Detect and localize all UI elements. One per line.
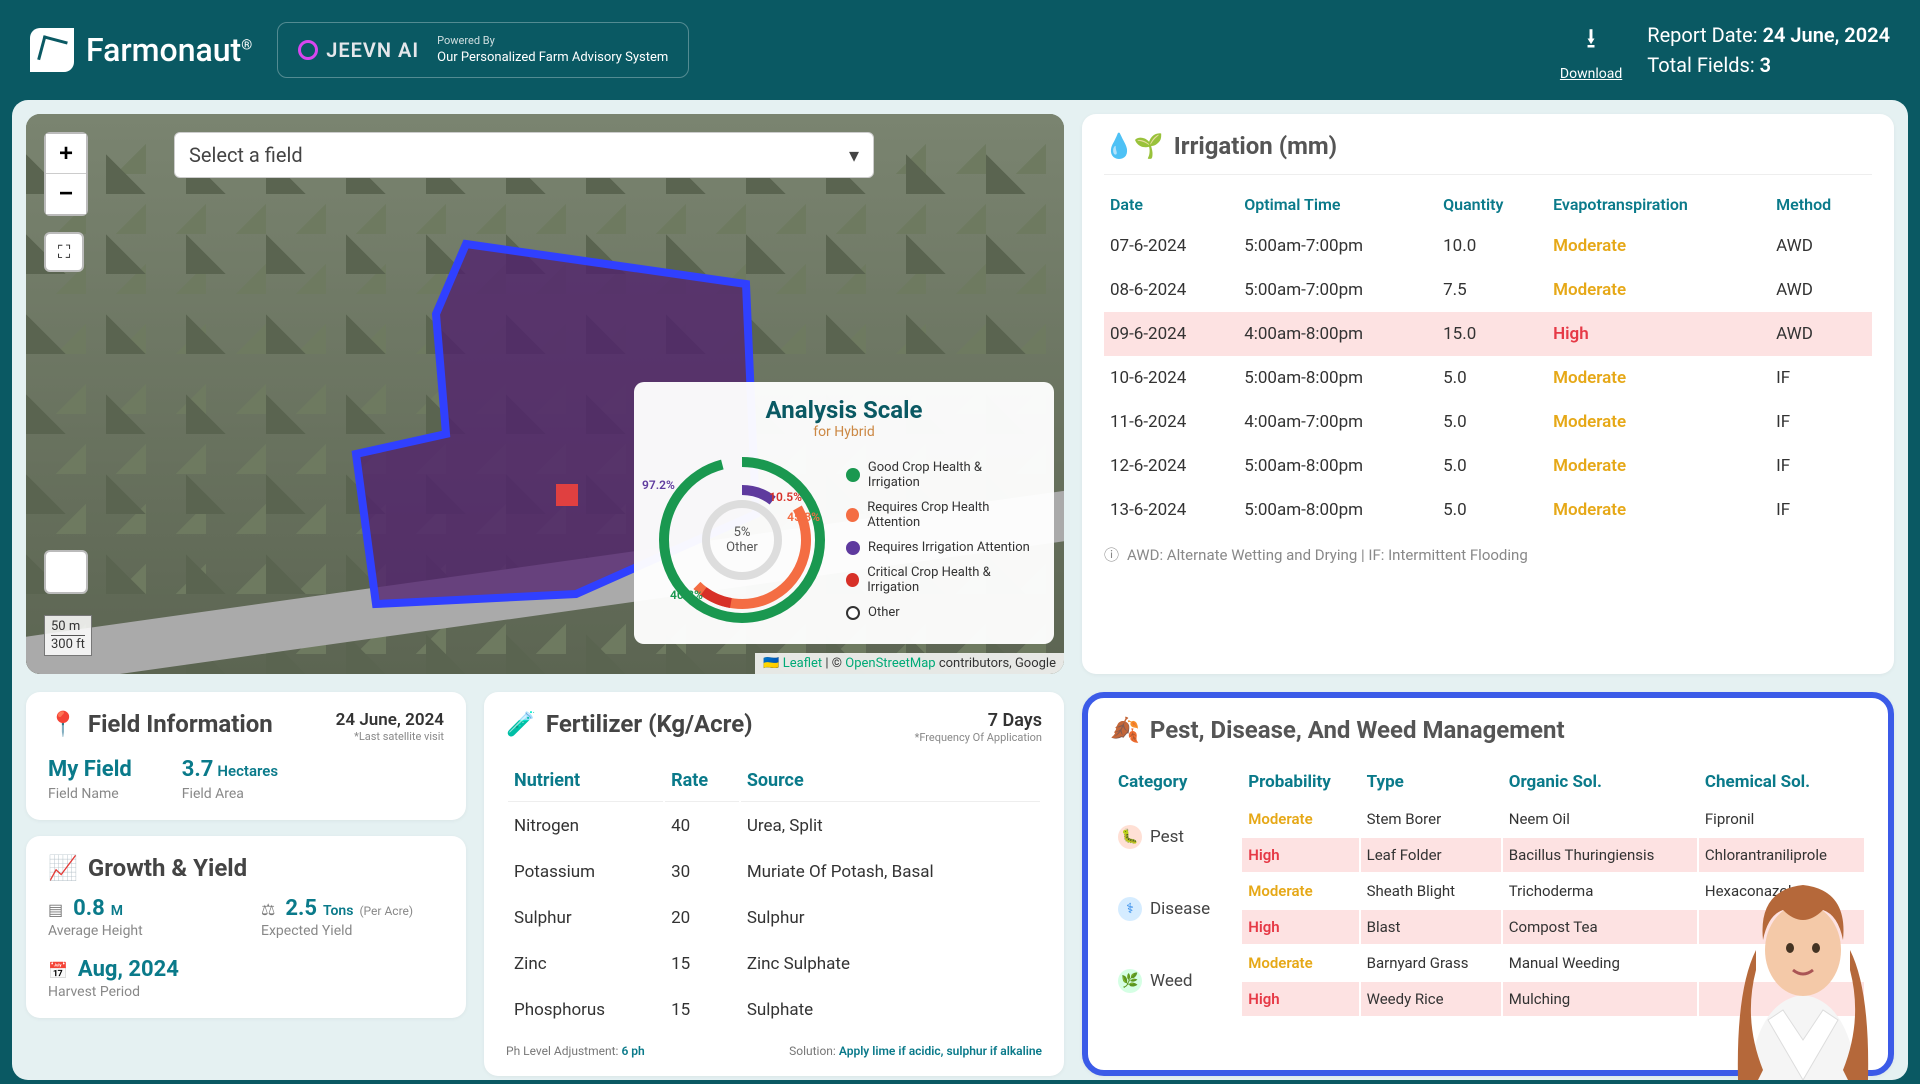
analysis-donut: 5% Other 97.2% 10.5% 45.8% 40.8% [652, 450, 832, 630]
analysis-legend: Good Crop Health & Irrigation Requires C… [846, 450, 1036, 630]
map-attribution: 🇺🇦 Leaflet | © OpenStreetMap contributor… [755, 653, 1064, 674]
zoom-out-button[interactable]: − [46, 174, 86, 214]
table-row: Potassium30Muriate Of Potash, Basal [508, 850, 1040, 894]
flask-icon: 🧪 [506, 710, 536, 738]
info-icon: ⓘ [1104, 544, 1119, 565]
leaf-bug-icon: 🍂 [1110, 716, 1140, 744]
table-row: 🐛PestModerateStem BorerNeem OilFipronil [1112, 802, 1864, 836]
measure-button[interactable] [44, 550, 88, 594]
app-header: Farmonaut® JEEVN AI Powered By Our Perso… [0, 0, 1920, 100]
osm-link[interactable]: OpenStreetMap [845, 656, 935, 671]
zoom-in-button[interactable]: + [46, 134, 86, 174]
chevron-down-icon: ▾ [849, 143, 859, 167]
scale-bar: 50 m 300 ft [44, 615, 92, 656]
table-row: 09-6-20244:00am-8:00pm15.0HighAWD [1104, 312, 1872, 356]
irrigation-title: Irrigation (mm) [1174, 132, 1337, 160]
pest-icon: 🐛 [1118, 825, 1142, 849]
jeevn-powered-label: Powered By [437, 33, 668, 48]
growth-yield-card: 📈 Growth & Yield ▤0.8M Average Height ⚖2… [26, 836, 466, 1018]
farmonaut-logo-icon [30, 28, 74, 72]
field-name-value: My Field [48, 757, 132, 782]
weed-icon: 🌿 [1118, 969, 1142, 993]
brand-logo: Farmonaut® [30, 28, 252, 72]
calendar-icon: 📅 [48, 961, 68, 980]
table-row: Nitrogen40Urea, Split [508, 804, 1040, 848]
table-row: 10-6-20245:00am-8:00pm5.0ModerateIF [1104, 356, 1872, 400]
fertilizer-table: Nutrient Rate Source Nitrogen40Urea, Spl… [506, 758, 1042, 1034]
jeevn-ring-icon [298, 40, 318, 60]
table-row: 08-6-20245:00am-7:00pm7.5ModerateAWD [1104, 268, 1872, 312]
pin-icon: 📍 [48, 710, 78, 738]
ruler-icon: ▤ [48, 900, 63, 919]
scale-icon: ⚖ [261, 900, 275, 919]
pest-management-card: 🍂 Pest, Disease, And Weed Management Cat… [1082, 692, 1894, 1076]
table-row: 🌿WeedModerateBarnyard GrassManual Weedin… [1112, 946, 1864, 980]
irrigation-footnote: ⓘ AWD: Alternate Wetting and Drying | IF… [1104, 544, 1872, 565]
irrigation-table: Date Optimal Time Quantity Evapotranspir… [1104, 185, 1872, 532]
leaflet-link[interactable]: Leaflet [783, 656, 823, 671]
table-row: Phosphorus15Sulphate [508, 988, 1040, 1032]
jeevn-name: JEEVN AI [326, 38, 419, 62]
field-select-dropdown[interactable]: Select a field ▾ [174, 132, 874, 178]
jeevn-badge: JEEVN AI Powered By Our Personalized Far… [277, 22, 689, 78]
zoom-controls: + − [44, 132, 88, 216]
analysis-scale-card: Analysis Scale for Hybrid 5% Other [634, 382, 1054, 644]
field-info-card: 📍 Field Information 24 June, 2024 *Last … [26, 692, 466, 820]
table-row: Zinc15Zinc Sulphate [508, 942, 1040, 986]
analysis-title: Analysis Scale [652, 396, 1036, 424]
table-row: Sulphur20Sulphur [508, 896, 1040, 940]
pest-table: Category Probability Type Organic Sol. C… [1110, 762, 1866, 1018]
jeevn-subtitle: Our Personalized Farm Advisory System [437, 49, 668, 67]
analysis-subtitle: for Hybrid [652, 424, 1036, 440]
table-row: 11-6-20244:00am-7:00pm5.0ModerateIF [1104, 400, 1872, 444]
water-drop-icon: 💧🌱 [1104, 132, 1164, 160]
growth-icon: 📈 [48, 854, 78, 882]
download-button[interactable]: ⭳ Download [1560, 18, 1622, 82]
download-icon: ⭳ [1560, 18, 1622, 66]
table-row: 07-6-20245:00am-7:00pm10.0ModerateAWD [1104, 224, 1872, 268]
table-row: 13-6-20245:00am-8:00pm5.0ModerateIF [1104, 488, 1872, 532]
irrigation-panel: 💧🌱 Irrigation (mm) Date Optimal Time Qua… [1082, 114, 1894, 674]
brand-name: Farmonaut® [86, 31, 252, 69]
disease-icon: ⚕ [1118, 897, 1142, 921]
table-row: ⚕DiseaseModerateSheath BlightTrichoderma… [1112, 874, 1864, 908]
field-map[interactable]: + − ⛶ 50 m 300 ft Select a field ▾ 🇺🇦 Le… [26, 114, 1064, 674]
report-meta: Report Date: 24 June, 2024 Total Fields:… [1647, 20, 1890, 80]
table-row: 12-6-20245:00am-8:00pm5.0ModerateIF [1104, 444, 1872, 488]
fullscreen-button[interactable]: ⛶ [44, 232, 84, 272]
fertilizer-card: 🧪 Fertilizer (Kg/Acre) 7 Days *Frequency… [484, 692, 1064, 1076]
